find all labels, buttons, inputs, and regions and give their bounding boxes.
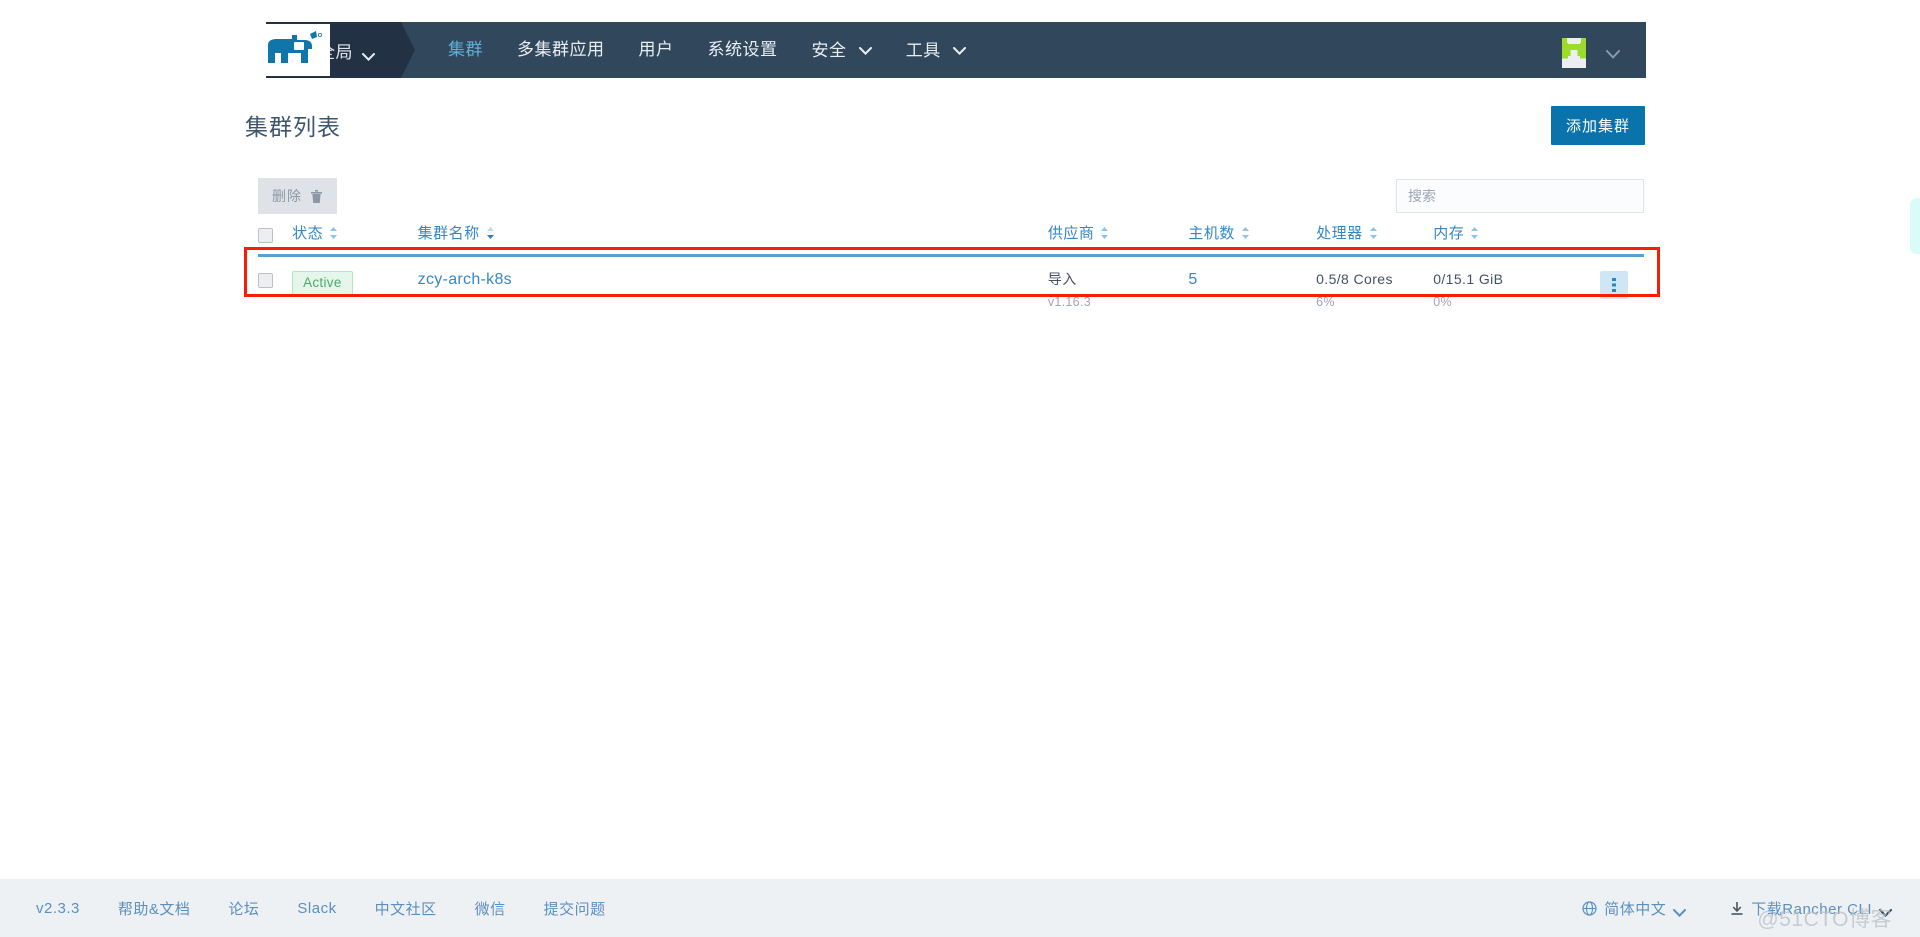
page-header: 集群列表 添加集群 [245, 98, 1645, 152]
cluster-table: 状态 集群名称 供应商 主机数 处理器 内存 Active zcy-arch-k… [258, 222, 1644, 325]
header-nodes[interactable]: 主机数 [1188, 222, 1317, 257]
footer-left-links: v2.3.3 帮助&文档 论坛 Slack 中文社区 微信 提交问题 [36, 898, 644, 919]
footer-right-controls: 简体中文 下载Rancher CLI [1538, 898, 1892, 919]
header-cluster-name-label: 集群名称 [417, 225, 480, 242]
globe-icon [1582, 900, 1597, 916]
table-body: Active zcy-arch-k8s 导入 v1.16.3 5 0.5/8 C… [258, 255, 1644, 325]
footer-link-submit-issue[interactable]: 提交问题 [544, 898, 606, 919]
table-header-row: 状态 集群名称 供应商 主机数 处理器 内存 [258, 222, 1644, 257]
table-toolbar: 删除 [258, 176, 1644, 216]
nav-item-users[interactable]: 用户 [622, 22, 691, 78]
user-menu[interactable] [1556, 22, 1646, 78]
nav-item-tools[interactable]: 工具 [889, 22, 983, 79]
top-navbar: 全局 集群 多集群应用 用户 系统设置 安全 工具 [266, 22, 1646, 78]
nav-item-label: 系统设置 [707, 40, 778, 59]
row-nodes-cell: 5 [1188, 255, 1317, 325]
row-provider-cell: 导入 v1.16.3 [1047, 255, 1189, 325]
page-title: 集群列表 [245, 114, 341, 140]
row-memory-cell: 0/15.1 GiB 0% [1433, 255, 1570, 325]
header-status-label: 状态 [292, 225, 324, 242]
row-status-cell: Active [292, 255, 418, 325]
nav-item-security[interactable]: 安全 [795, 22, 889, 79]
navbar-spacer [983, 22, 1556, 78]
sort-arrow-active-icon [486, 226, 495, 240]
delete-button[interactable]: 删除 [258, 178, 337, 214]
provider-value: 导入 [1047, 271, 1077, 287]
header-nodes-label: 主机数 [1188, 225, 1235, 242]
nav-item-label: 安全 [811, 40, 847, 60]
add-cluster-button[interactable]: 添加集群 [1550, 105, 1645, 145]
language-selector[interactable]: 简体中文 [1582, 898, 1687, 919]
chevron-down-icon [952, 22, 966, 55]
nav-item-settings[interactable]: 系统设置 [691, 22, 795, 78]
header-memory[interactable]: 内存 [1433, 222, 1570, 257]
header-provider[interactable]: 供应商 [1047, 222, 1189, 257]
sort-arrows-icon [1100, 226, 1109, 240]
cluster-name-link[interactable]: zcy-arch-k8s [418, 271, 512, 288]
row-actions-cell [1569, 255, 1644, 325]
header-provider-label: 供应商 [1047, 225, 1095, 242]
chevron-down-icon [1673, 904, 1687, 918]
footer-link-wechat[interactable]: 微信 [475, 898, 506, 919]
footer-link-chinese-community[interactable]: 中文社区 [375, 898, 437, 919]
sort-arrows-icon [1470, 226, 1479, 240]
user-avatar-icon [1556, 32, 1592, 68]
cluster-table-container: 状态 集群名称 供应商 主机数 处理器 内存 Active zcy-arch-k… [258, 222, 1644, 325]
nav-item-label: 集群 [448, 40, 483, 59]
header-cluster-name[interactable]: 集群名称 [417, 222, 1048, 257]
header-actions [1569, 222, 1644, 257]
nav-item-list: 集群 多集群应用 用户 系统设置 安全 工具 [401, 22, 983, 78]
nav-item-label: 用户 [638, 40, 674, 59]
cpu-percent: 6% [1316, 295, 1335, 310]
footer-link-slack[interactable]: Slack [297, 900, 336, 917]
status-badge: Active [292, 271, 353, 295]
chevron-down-icon [362, 46, 375, 62]
table-head: 状态 集群名称 供应商 主机数 处理器 内存 [258, 222, 1644, 257]
footer-link-docs[interactable]: 帮助&文档 [118, 898, 191, 919]
table-row[interactable]: Active zcy-arch-k8s 导入 v1.16.3 5 0.5/8 C… [258, 255, 1644, 325]
header-memory-label: 内存 [1433, 225, 1465, 242]
footer-link-forum[interactable]: 论坛 [228, 898, 259, 919]
row-actions-menu-button[interactable] [1600, 271, 1628, 299]
download-cli-link[interactable]: 下载Rancher CLI [1730, 898, 1892, 919]
cpu-value: 0.5/8 Cores [1316, 271, 1393, 287]
select-all-header [258, 222, 293, 257]
download-icon [1730, 901, 1744, 916]
nav-item-label: 工具 [905, 40, 941, 60]
search-input[interactable] [1396, 179, 1644, 213]
sort-arrows-icon [1369, 226, 1378, 240]
row-select-cell [258, 255, 293, 325]
sort-arrows-icon [1241, 226, 1250, 240]
sort-arrows-icon [329, 226, 338, 240]
header-cpu[interactable]: 处理器 [1316, 222, 1434, 257]
chevron-down-icon [1606, 46, 1620, 59]
rancher-logo[interactable] [258, 24, 330, 76]
row-cpu-cell: 0.5/8 Cores 6% [1316, 255, 1434, 325]
row-name-cell: zcy-arch-k8s [417, 255, 1048, 325]
select-all-checkbox[interactable] [258, 227, 273, 243]
trash-icon [310, 189, 323, 204]
page-footer: v2.3.3 帮助&文档 论坛 Slack 中文社区 微信 提交问题 简体中文 [0, 879, 1920, 937]
provider-version: v1.16.3 [1047, 295, 1091, 310]
nav-item-label: 多集群应用 [517, 40, 605, 59]
memory-percent: 0% [1433, 295, 1452, 310]
row-checkbox[interactable] [258, 272, 273, 288]
node-count-link[interactable]: 5 [1188, 271, 1197, 288]
right-edge-scroll-artifact [1910, 198, 1920, 254]
chevron-down-icon [1879, 904, 1892, 918]
nav-item-clusters[interactable]: 集群 [431, 22, 500, 78]
header-cpu-label: 处理器 [1316, 225, 1363, 242]
footer-link-version[interactable]: v2.3.3 [36, 900, 80, 917]
download-cli-label: 下载Rancher CLI [1751, 900, 1872, 918]
language-label: 简体中文 [1604, 900, 1667, 918]
kebab-menu-icon [1612, 277, 1616, 293]
memory-value: 0/15.1 GiB [1433, 271, 1504, 287]
chevron-down-icon [858, 22, 872, 55]
header-status[interactable]: 状态 [292, 222, 418, 257]
delete-button-label: 删除 [272, 188, 302, 204]
nav-item-multi-cluster-apps[interactable]: 多集群应用 [500, 22, 622, 78]
app-root: 全局 集群 多集群应用 用户 系统设置 安全 工具 集群列表 添加集群 删除 搜… [0, 0, 1920, 937]
